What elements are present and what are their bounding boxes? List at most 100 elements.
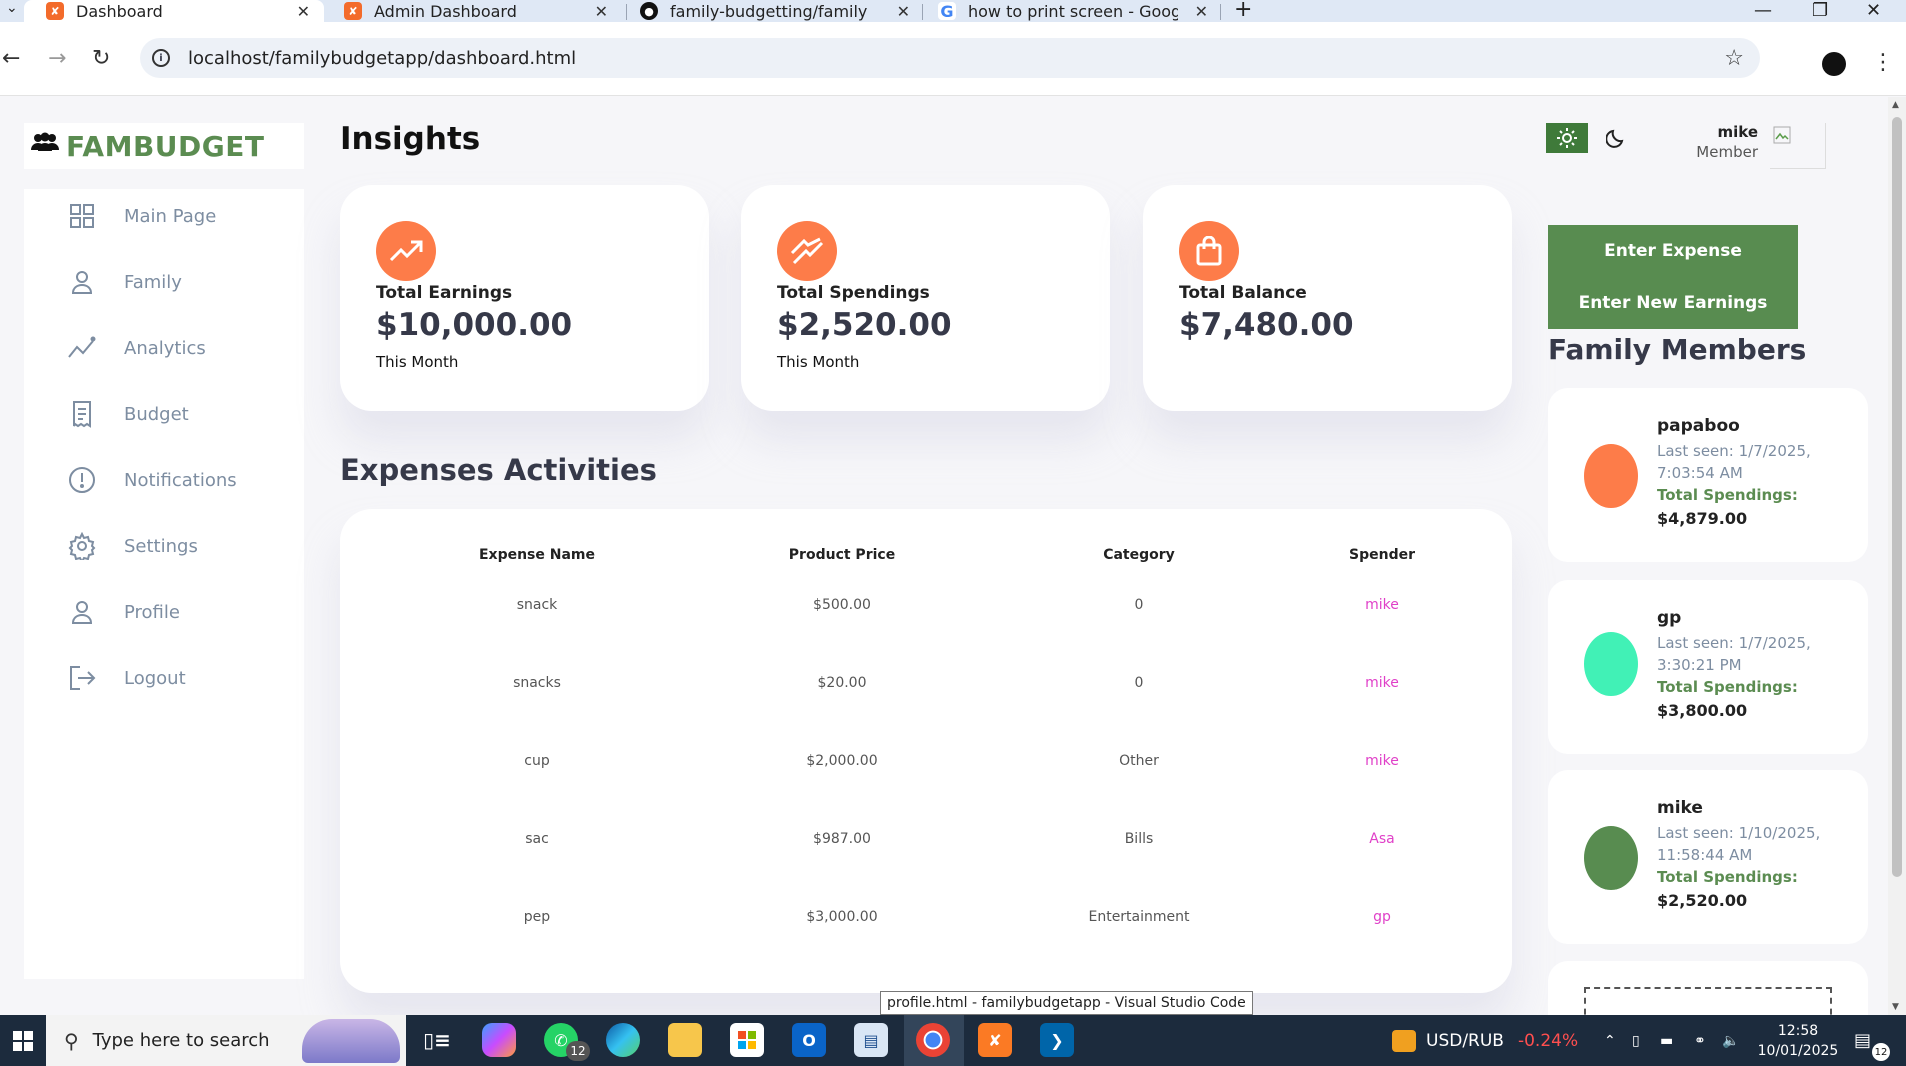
receipt-icon — [66, 398, 98, 430]
sidebar: Main Page Family Analytics Budget Notifi… — [24, 189, 304, 979]
forward-icon[interactable]: → — [48, 46, 66, 71]
new-tab-button[interactable]: + — [1234, 0, 1252, 22]
close-tab-icon[interactable]: ✕ — [897, 2, 910, 21]
coins-icon — [1392, 1029, 1416, 1052]
avatar[interactable] — [1770, 123, 1826, 169]
member-card[interactable]: gp Last seen: 1/7/2025, 3:30:21 PM Total … — [1548, 580, 1868, 754]
close-window-icon[interactable]: ✕ — [1866, 0, 1881, 22]
cell-category: Other — [1119, 753, 1159, 769]
cell-expense-name: snacks — [513, 675, 561, 691]
cell-product-price: $3,000.00 — [806, 909, 878, 925]
browser-profile-avatar[interactable] — [1822, 52, 1846, 76]
enter-expense-button[interactable]: Enter Expense — [1548, 225, 1798, 277]
broken-image-icon — [1773, 126, 1791, 144]
notification-center-icon[interactable]: ▤ — [1854, 1015, 1871, 1066]
add-member-card[interactable] — [1548, 961, 1868, 1015]
member-card[interactable]: papaboo Last seen: 1/7/2025, 7:03:54 AM T… — [1548, 388, 1868, 562]
col-header-category: Category — [1103, 547, 1175, 563]
tab-dashboard[interactable]: ✘ Dashboard ✕ — [24, 0, 324, 22]
vscode-icon[interactable]: ❯ — [1040, 1023, 1074, 1057]
member-card[interactable]: mike Last seen: 1/10/2025, 11:58:44 AM To… — [1548, 770, 1868, 944]
whatsapp-badge: 12 — [566, 1041, 590, 1061]
copilot-icon[interactable] — [482, 1023, 516, 1057]
sidebar-item-profile[interactable]: Profile — [24, 587, 304, 637]
windows-start-icon[interactable] — [0, 1015, 46, 1066]
reload-icon[interactable]: ↻ — [92, 46, 110, 71]
currency-widget[interactable]: USD/RUB -0.24% — [1392, 1015, 1578, 1066]
edge-icon[interactable] — [606, 1023, 640, 1057]
scroll-up-icon[interactable]: ▲ — [1892, 100, 1899, 110]
cell-expense-name: snack — [516, 597, 558, 613]
windows-taskbar: ⚲ Type here to search ▯≡ ✆ 12 O ▤ ✘ ❯ US… — [0, 1015, 1906, 1066]
spendings-chart-icon — [777, 221, 837, 281]
sidebar-item-logout[interactable]: Logout — [24, 653, 304, 703]
user-role: Member — [1696, 143, 1758, 161]
search-highlight-art-icon — [302, 1019, 400, 1063]
tab-google-search[interactable]: G how to print screen - Google Se ✕ — [938, 0, 1208, 22]
cell-spender: mike — [1365, 753, 1399, 769]
scroll-down-icon[interactable]: ▼ — [1892, 1002, 1899, 1012]
xampp-icon[interactable]: ✘ — [978, 1023, 1012, 1057]
browser-menu-icon[interactable]: ⋮ — [1872, 50, 1894, 75]
device-icon[interactable]: ▬ — [1660, 1015, 1673, 1066]
control-panel-icon[interactable]: ▤ — [854, 1023, 888, 1057]
tab-separator — [922, 4, 923, 20]
insights-title: Insights — [340, 121, 481, 157]
card-total-balance: Total Balance $7,480.00 — [1143, 185, 1512, 411]
dark-mode-moon-icon[interactable] — [1596, 123, 1636, 153]
taskbar-clock[interactable]: 12:58 10/01/2025 — [1748, 1021, 1848, 1061]
file-explorer-icon[interactable] — [668, 1023, 702, 1057]
cell-expense-name: sac — [525, 831, 549, 847]
browser-tab-bar: ⌄ ✘ Dashboard ✕ ✘ Admin Dashboard ✕ ● fa… — [0, 0, 1906, 22]
taskbar-search-box[interactable]: ⚲ Type here to search — [46, 1015, 406, 1066]
expenses-title: Expenses Activities — [340, 453, 657, 487]
site-info-icon[interactable]: i — [152, 49, 170, 67]
cell-category: Entertainment — [1088, 909, 1190, 925]
bookmark-star-icon[interactable]: ☆ — [1724, 46, 1744, 71]
sidebar-item-budget[interactable]: Budget — [24, 389, 304, 439]
cell-expense-name: pep — [523, 909, 551, 925]
light-mode-sun-icon[interactable] — [1546, 123, 1588, 153]
chrome-icon[interactable] — [916, 1023, 950, 1057]
add-member-dashed-box[interactable] — [1584, 987, 1832, 1015]
restore-icon[interactable]: ❐ — [1812, 0, 1828, 22]
cell-product-price: $500.00 — [813, 597, 871, 613]
enter-new-earnings-button[interactable]: Enter New Earnings — [1548, 277, 1798, 329]
outlook-icon[interactable]: O — [792, 1023, 826, 1057]
tab-list-chevron-icon[interactable]: ⌄ — [6, 0, 18, 22]
back-icon[interactable]: ← — [2, 46, 20, 71]
tray-chevron-icon[interactable]: ⌃ — [1604, 1015, 1616, 1066]
cell-expense-name: cup — [524, 753, 550, 769]
dashboard-page: FAMBUDGET Main Page Family Analytics Bud… — [0, 97, 1888, 1015]
sidebar-item-settings[interactable]: Settings — [24, 521, 304, 571]
scrollbar-thumb[interactable] — [1892, 117, 1902, 877]
sidebar-item-analytics[interactable]: Analytics — [24, 323, 304, 373]
person-icon — [66, 266, 98, 298]
battery-icon[interactable]: ▯ — [1632, 1015, 1640, 1066]
app-logo[interactable]: FAMBUDGET — [24, 123, 304, 169]
sidebar-item-notifications[interactable]: Notifications — [24, 455, 304, 505]
member-avatar-dot — [1584, 632, 1638, 696]
volume-icon[interactable]: 🔈 — [1722, 1015, 1739, 1066]
close-tab-icon[interactable]: ✕ — [1195, 2, 1208, 21]
address-bar[interactable]: i localhost/familybudgetapp/dashboard.ht… — [140, 38, 1760, 78]
tab-github[interactable]: ● family-budgetting/family budg ✕ — [640, 0, 910, 22]
col-header-spender: Spender — [1349, 547, 1415, 563]
close-tab-icon[interactable]: ✕ — [297, 2, 310, 21]
task-view-icon[interactable]: ▯≡ — [420, 1023, 454, 1057]
logout-icon — [66, 662, 98, 694]
google-favicon-icon: G — [938, 2, 956, 21]
minimize-icon[interactable]: — — [1754, 0, 1772, 22]
sidebar-item-main-page[interactable]: Main Page — [24, 191, 304, 241]
theme-toggler[interactable] — [1546, 123, 1636, 153]
tab-admin-dashboard[interactable]: ✘ Admin Dashboard ✕ — [344, 0, 614, 22]
page-scrollbar[interactable]: ▲ ▼ — [1888, 97, 1906, 1015]
grid-icon — [66, 200, 98, 232]
notification-count-badge: 12 — [1872, 1043, 1890, 1061]
cell-spender: mike — [1365, 597, 1399, 613]
cell-category: 0 — [1134, 597, 1144, 613]
wifi-icon[interactable]: ⚭ — [1694, 1015, 1706, 1066]
close-tab-icon[interactable]: ✕ — [595, 2, 608, 21]
sidebar-item-family[interactable]: Family — [24, 257, 304, 307]
microsoft-store-icon[interactable] — [730, 1023, 764, 1057]
